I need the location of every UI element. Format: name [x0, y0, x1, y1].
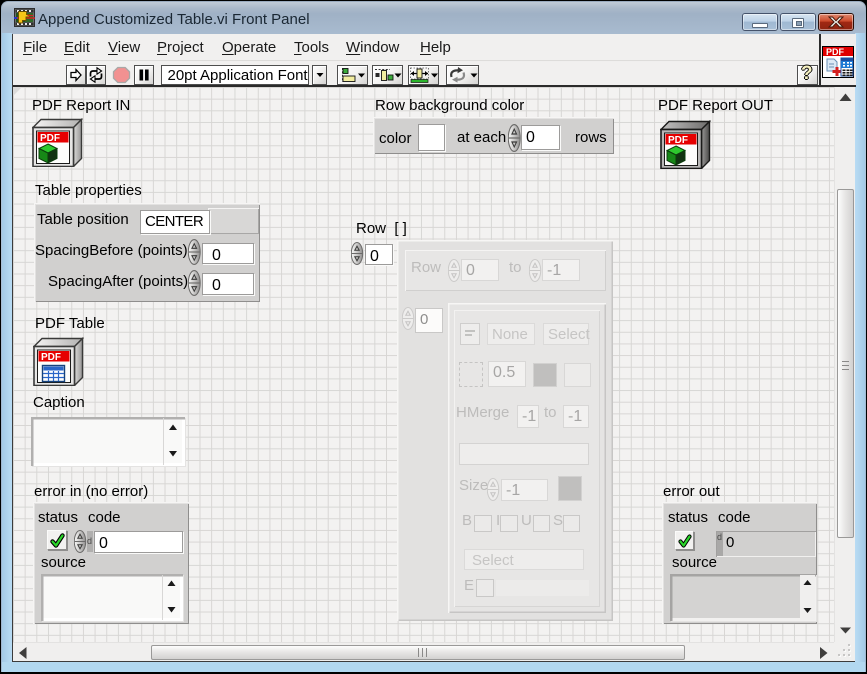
svg-text:PDF: PDF: [41, 352, 61, 363]
svg-text:PDF: PDF: [40, 133, 60, 144]
svg-text:PDF: PDF: [668, 135, 688, 146]
svg-text:PDF: PDF: [826, 47, 845, 57]
